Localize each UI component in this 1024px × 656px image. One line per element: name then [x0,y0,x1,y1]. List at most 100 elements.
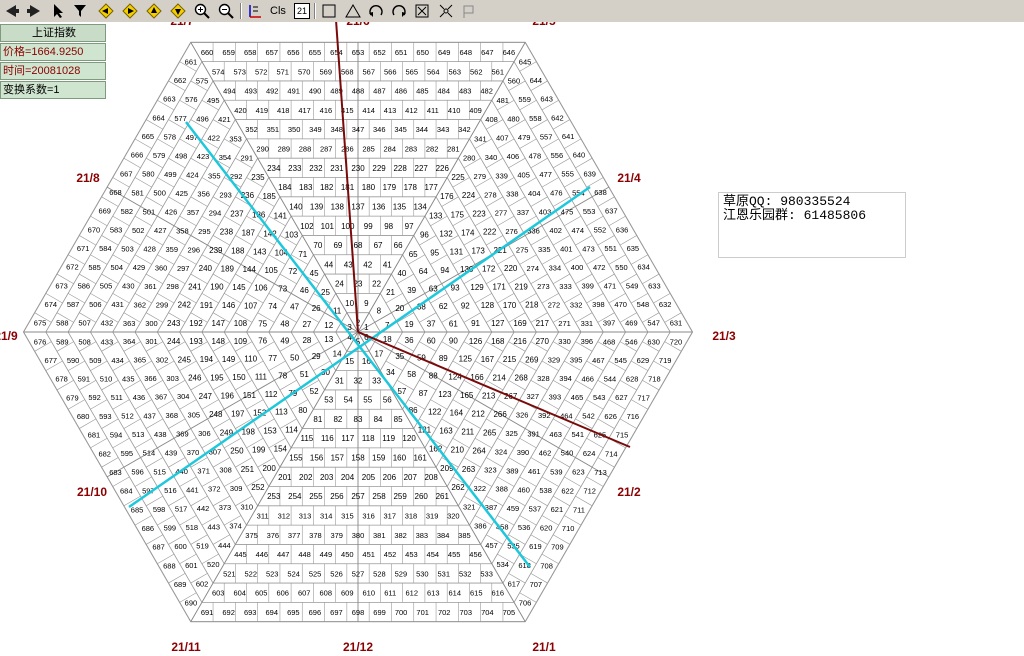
arrow-right-icon[interactable] [24,1,44,21]
cell-number: 646 [503,48,516,57]
cell-number: 143 [253,247,267,256]
gann-hexagon-wheel[interactable]: 1234567891011121314151617181920212223242… [0,22,1024,656]
cell-number: 579 [153,151,166,160]
cell-number: 659 [222,48,235,57]
arrow-left-icon[interactable] [2,1,22,21]
arc-cw-icon[interactable] [366,1,386,21]
cell-number: 212 [472,409,486,418]
cell-number: 687 [152,543,165,552]
cell-number: 90 [449,337,458,346]
rectangle-icon[interactable] [319,1,339,21]
cell-number: 319 [426,511,439,520]
cell-number: 565 [406,67,419,76]
cell-number: 210 [451,446,465,455]
cell-number: 260 [415,492,429,501]
cell-number: 77 [268,354,277,363]
cell-number: 446 [256,550,269,559]
crosshair-icon[interactable] [436,1,456,21]
cell-number: 429 [133,263,146,272]
flag-icon[interactable] [458,1,478,21]
cell-number: 532 [459,569,472,578]
cell-number: 123 [438,390,452,399]
cell-number: 512 [121,412,134,421]
cell-number: 228 [393,164,407,173]
triangle-icon[interactable] [343,1,363,21]
cell-number: 495 [207,96,220,105]
cell-number: 407 [496,134,509,143]
cell-number: 290 [256,145,269,154]
cell-number: 115 [301,434,314,443]
cell-number: 37 [427,320,436,329]
cell-number: 462 [539,448,552,457]
cell-number: 568 [341,67,354,76]
cell-number: 605 [255,589,268,598]
cell-number: 498 [175,152,188,161]
cell-number: 507 [78,319,91,328]
cell-number: 542 [582,412,595,421]
cell-number: 51 [300,370,309,379]
cell-number: 99 [364,222,373,231]
cell-number: 673 [55,281,68,290]
diamond-left-icon[interactable] [96,1,116,21]
cell-number: 491 [287,87,300,96]
cell-number: 592 [88,393,101,402]
cell-number: 301 [145,337,158,346]
cell-number: 126 [469,337,483,346]
axis-icon[interactable] [244,1,264,21]
cell-number: 511 [111,393,123,402]
cell-number: 113 [275,408,288,417]
cell-number: 474 [572,226,585,235]
cell-number: 71 [298,250,307,259]
zoom-out-icon[interactable] [216,1,236,21]
cell-number: 252 [251,483,265,492]
cell-number: 473 [582,244,595,253]
cell-number: 83 [354,415,363,424]
cell-number: 97 [405,222,414,231]
cls-button[interactable]: Cls [266,1,290,21]
cell-number: 427 [154,226,167,235]
cell-number: 125 [459,355,473,364]
diamond-up-icon[interactable] [144,1,164,21]
cell-number: 138 [331,202,345,211]
cell-number: 219 [515,282,529,291]
cell-number: 367 [155,393,168,402]
cell-number: 614 [449,589,462,598]
factor-readout: 变换系数=1 [0,81,106,99]
cell-number: 39 [407,286,416,295]
cell-number: 156 [310,454,324,463]
cell-number: 374 [229,522,242,531]
cell-number: 543 [593,393,606,402]
cell-number: 274 [527,264,540,273]
arc-ccw-icon[interactable] [389,1,409,21]
cell-number: 214 [492,373,506,382]
cell-number: 478 [529,152,542,161]
cell-number: 445 [234,550,247,559]
cell-number: 600 [174,542,187,551]
cell-number: 616 [492,589,505,598]
cell-number: 396 [581,337,594,346]
square-x-icon[interactable] [412,1,432,21]
diamond-down-icon[interactable] [168,1,188,21]
cell-number: 629 [637,356,650,365]
cell-number: 649 [438,48,451,57]
cell-number: 401 [560,245,573,254]
cell-number: 308 [219,466,232,475]
diamond-right-icon[interactable] [120,1,140,21]
cursor-icon[interactable] [48,1,68,21]
cell-number: 599 [164,524,177,533]
cell-number: 114 [285,425,298,434]
cell-number: 327 [527,392,540,401]
cell-number: 558 [529,114,542,123]
cell-number: 92 [461,301,470,310]
cell-number: 521 [223,569,236,578]
cell-number: 53 [324,396,333,405]
cell-number: 329 [548,356,561,365]
cell-number: 410 [448,106,461,115]
cell-number: 606 [276,589,289,598]
page-21-button[interactable]: 21 [292,1,312,21]
cell-number: 222 [483,228,497,237]
filter-icon[interactable] [70,1,90,21]
cell-number: 122 [428,408,442,417]
zoom-in-icon[interactable] [192,1,212,21]
cell-number: 379 [330,531,343,540]
